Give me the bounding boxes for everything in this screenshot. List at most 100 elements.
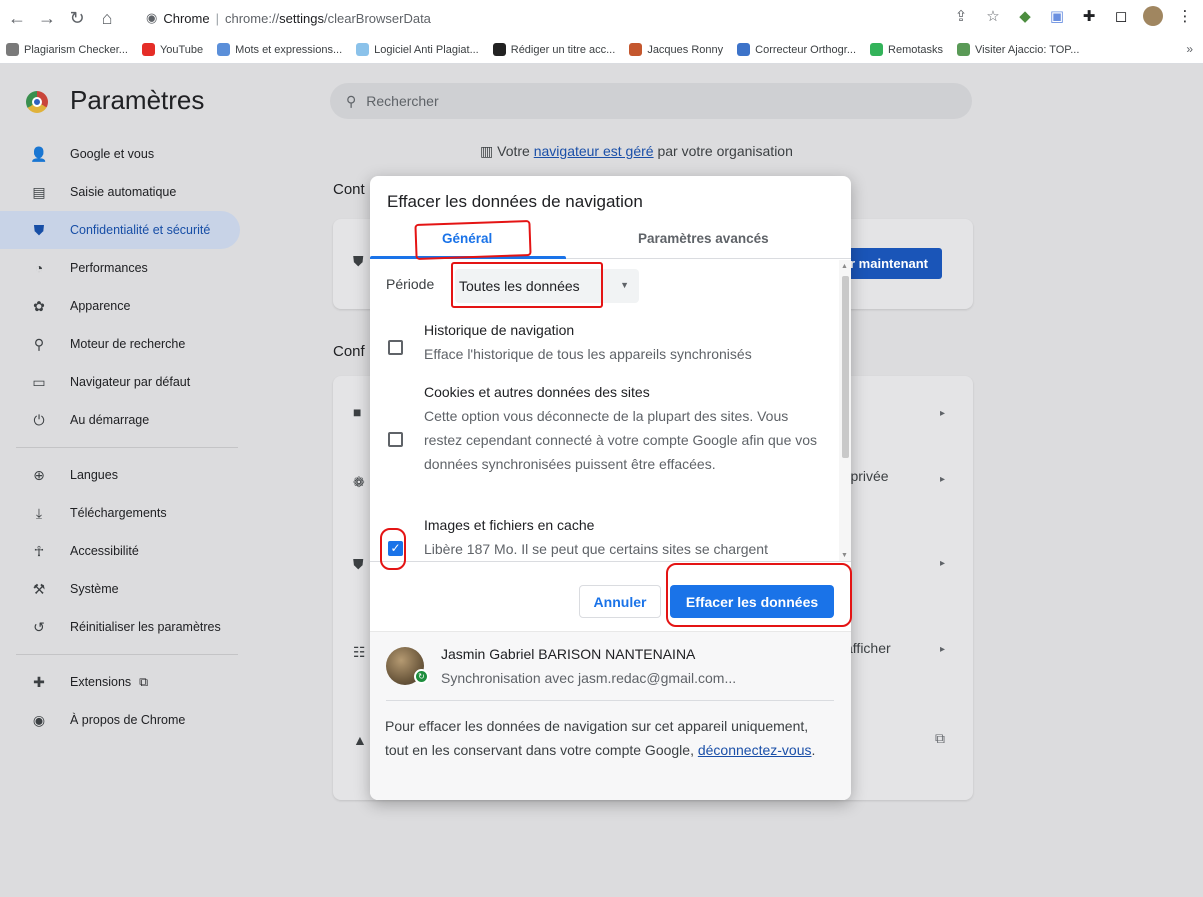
bookmark-item[interactable]: Correcteur Orthogr... (737, 43, 856, 56)
bookmark-label: Mots et expressions... (235, 43, 343, 56)
reload-icon[interactable]: ↻ (64, 5, 90, 31)
tab-general[interactable]: Général (442, 231, 492, 246)
sidebar-item[interactable]: 👤 Google et vous (0, 135, 240, 173)
bookmark-item[interactable]: YouTube (141, 43, 204, 56)
puzzle-icon: ✚ (33, 673, 45, 690)
sidebar-item-label: Extensions (70, 675, 132, 689)
sidebar-item[interactable]: ✚ Extensions ⧉ (0, 663, 240, 701)
tab-advanced[interactable]: Paramètres avancés (638, 231, 769, 246)
sidebar-item[interactable]: ✿ Apparence (0, 287, 240, 325)
bookmark-item[interactable]: Remotasks (870, 43, 943, 56)
bookmark-favicon-icon (737, 43, 751, 56)
sidebar-item-label: Google et vous (70, 147, 155, 161)
address-bar[interactable]: ◉ Chrome | chrome://settings/clearBrowse… (146, 6, 431, 30)
speedometer-icon: ◔ (34, 260, 44, 276)
sidebar-item-label: Accessibilité (70, 544, 139, 558)
footer-text: Pour effacer les données de navigation s… (385, 718, 816, 758)
row-arrow-icon[interactable]: ▸ (940, 408, 945, 419)
bookmark-label: Jacques Ronny (647, 43, 724, 56)
scrollbar-thumb[interactable] (842, 276, 849, 458)
back-arrow-icon[interactable]: ← (4, 5, 30, 31)
row-afficher-text: afficher (845, 640, 891, 656)
power-icon: ⏻ (33, 411, 45, 428)
search-icon: ⚲ (33, 335, 45, 352)
user-name: Jasmin Gabriel BARISON NANTENAINA (441, 646, 696, 662)
sidebar-item-label: Performances (70, 261, 148, 275)
sidebar-item-label: Apparence (70, 299, 131, 313)
search-input[interactable]: ⚲ Rechercher (330, 83, 972, 119)
security-icon: ⛊ (353, 556, 364, 572)
sidebar-item[interactable]: ⚲ Moteur de recherche (0, 325, 240, 363)
sign-out-link[interactable]: déconnectez-vous (698, 742, 812, 758)
bookmark-label: Plagiarism Checker... (24, 43, 128, 56)
profile-avatar[interactable] (1143, 6, 1163, 26)
bookmark-item[interactable]: Visiter Ajaccio: TOP... (957, 43, 1079, 56)
bookmark-item[interactable]: Logiciel Anti Plagiat... (356, 43, 479, 56)
share-icon[interactable]: ⇪ (951, 6, 971, 26)
sidebar-item[interactable]: ⏻ Au démarrage (0, 401, 240, 439)
extension-globe-icon[interactable]: ◆ (1015, 6, 1035, 26)
cache-checkbox[interactable]: ✓ (388, 541, 403, 556)
search-icon: ⚲ (346, 92, 357, 109)
sidebar-item[interactable]: ☥ Accessibilité (0, 532, 240, 570)
sidebar-item[interactable]: ⊕ Langues (0, 456, 240, 494)
sidebar-item[interactable]: ⤓ Téléchargements (0, 494, 240, 532)
row-arrow-icon[interactable]: ▸ (940, 558, 945, 569)
row-arrow-icon[interactable]: ▸ (940, 474, 945, 485)
bookmark-item[interactable]: Mots et expressions... (217, 43, 342, 56)
sidebar-item[interactable]: ◉ À propos de Chrome (0, 701, 240, 739)
dialog-scroll-area[interactable]: Période Toutes les données ▼ Historique … (370, 260, 851, 562)
url-text: chrome://settings/clearBrowserData (224, 10, 431, 26)
period-select[interactable]: Toutes les données ▼ (455, 269, 639, 303)
dialog-tabs: Général Paramètres avancés (370, 223, 851, 259)
sidebar: 👤 Google et vous ▤ Saisie automatique ⛊ Confi… (0, 135, 240, 739)
forward-arrow-icon[interactable]: → (34, 5, 60, 31)
bookmark-label: YouTube (159, 43, 204, 56)
reset-icon: ↺ (33, 618, 45, 635)
bookmark-star-icon[interactable]: ☆ (983, 6, 1003, 26)
bookmark-favicon-icon (141, 43, 155, 56)
safety-shield-icon: ⛊ (353, 253, 364, 269)
cancel-button[interactable]: Annuler (579, 585, 661, 618)
check-now-button[interactable]: r maintenant (846, 248, 943, 279)
bookmark-favicon-icon (217, 43, 231, 56)
sidebar-item[interactable]: ⚒ Système (0, 570, 240, 608)
bookmark-label: Visiter Ajaccio: TOP... (975, 43, 1080, 56)
extensions-puzzle-icon[interactable]: ✚ (1079, 6, 1099, 26)
sidebar-item-label: Navigateur par défaut (70, 375, 191, 389)
managed-link[interactable]: navigateur est géré (534, 143, 654, 159)
chrome-logo-icon (26, 91, 48, 113)
bookmark-item[interactable]: Rédiger un titre acc... (492, 43, 615, 56)
clear-data-button[interactable]: Effacer les données (670, 585, 834, 618)
external-link-icon: ⧉ (139, 674, 149, 689)
history-checkbox[interactable] (388, 340, 403, 355)
cookie-icon: ❁ (353, 474, 365, 490)
sidebar-divider (16, 447, 238, 448)
sidebar-item[interactable]: ▭ Navigateur par défaut (0, 363, 240, 401)
scroll-down-icon[interactable]: ▼ (841, 552, 848, 559)
browser-icon: ▭ (32, 373, 46, 390)
option-cookies[interactable]: Cookies et autres données des sites Cett… (388, 384, 828, 504)
option-title: Historique de navigation (424, 322, 575, 338)
extension-translate-icon[interactable]: ▣ (1047, 6, 1067, 26)
bookmarks-more-button[interactable]: » (1186, 42, 1193, 56)
bookmark-item[interactable]: Plagiarism Checker... (6, 43, 128, 56)
bookmark-item[interactable]: Jacques Ronny (629, 43, 723, 56)
sidebar-item[interactable]: ◔ Performances (0, 249, 240, 287)
sidebar-item-label: Langues (70, 468, 118, 482)
scroll-up-icon[interactable]: ▲ (841, 263, 848, 270)
trash-icon: ■ (353, 404, 362, 420)
side-panel-icon[interactable]: ◻ (1111, 6, 1131, 26)
cookies-checkbox[interactable] (388, 432, 403, 447)
home-icon[interactable]: ⌂ (94, 5, 120, 31)
menu-kebab-icon[interactable]: ⋮ (1175, 6, 1195, 26)
row-arrow-icon[interactable]: ▸ (940, 644, 945, 655)
sidebar-item[interactable]: ▤ Saisie automatique (0, 173, 240, 211)
sidebar-item[interactable]: ↺ Réinitialiser les paramètres (0, 608, 240, 646)
scrollbar[interactable]: ▲ ▼ (839, 260, 851, 561)
option-history[interactable]: Historique de navigation Efface l'histor… (388, 322, 828, 378)
sync-icon: ↻ (414, 669, 429, 684)
sidebar-item[interactable]: ⛊ Confidentialité et sécurité (0, 211, 240, 249)
option-cache[interactable]: ✓ Images et fichiers en cache Libère 187… (388, 517, 828, 561)
external-link-icon[interactable]: ⧉ (935, 730, 945, 747)
